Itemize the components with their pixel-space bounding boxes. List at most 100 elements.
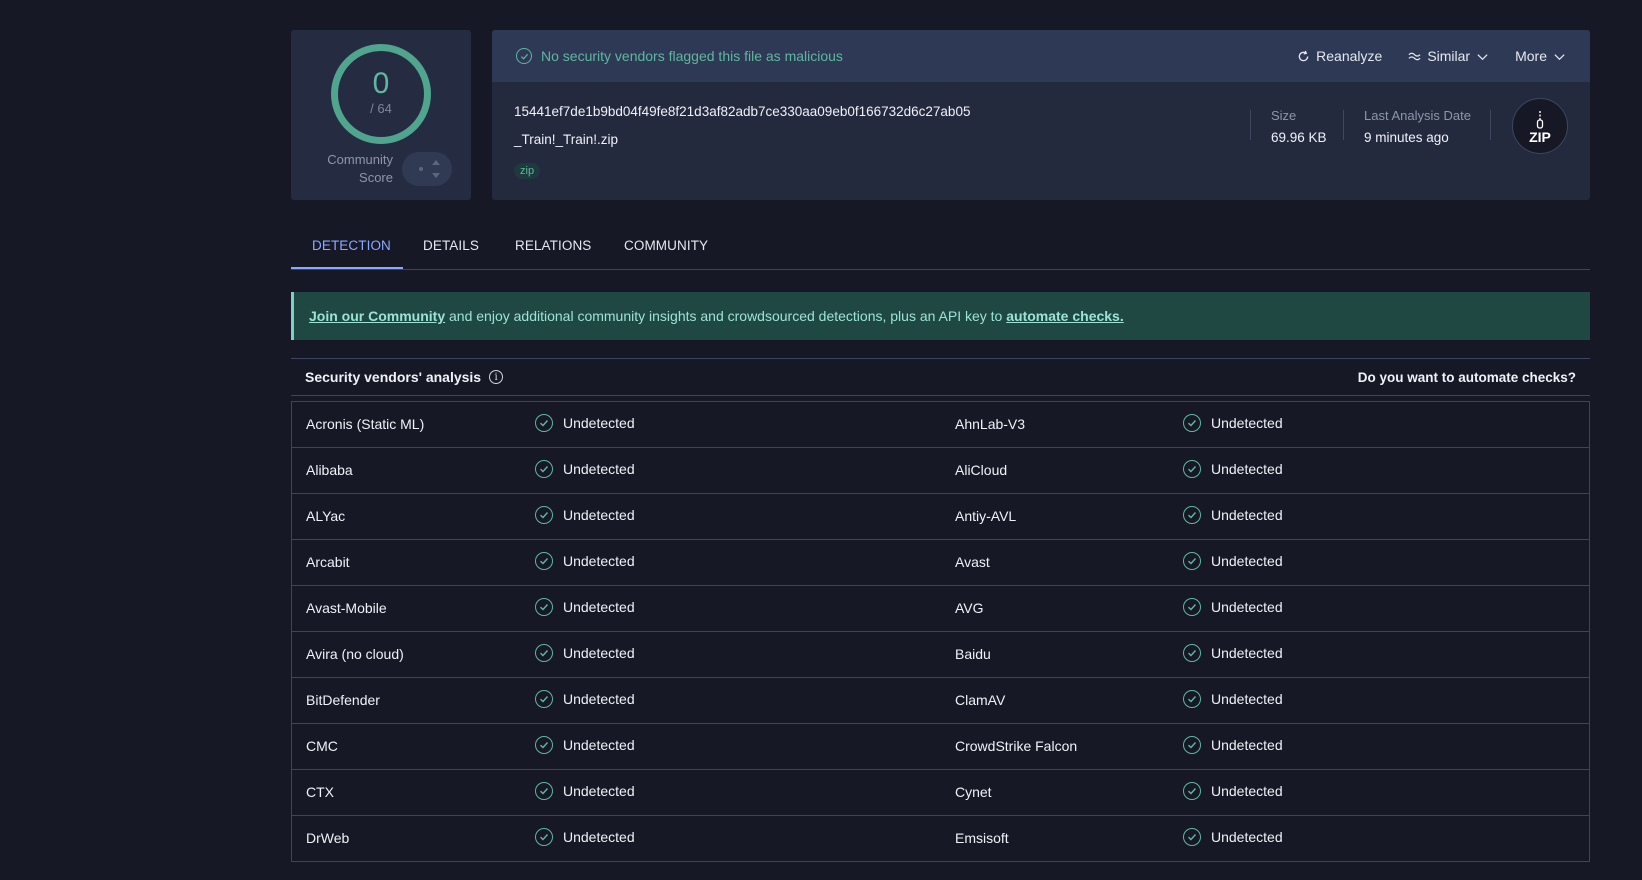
vendor-result: Undetected [1183, 690, 1283, 708]
table-row: CMC Undetected CrowdStrike Falcon Undete… [292, 724, 1589, 770]
status-message: No security vendors flagged this file as… [541, 48, 843, 64]
vendor-result: Undetected [535, 690, 635, 708]
tab-detection[interactable]: DETECTION [312, 238, 391, 253]
vendor-name: ClamAV [955, 692, 1006, 708]
check-circle-icon [1183, 460, 1201, 478]
chevron-down-icon [1477, 53, 1488, 60]
vote-down-icon[interactable] [432, 173, 440, 178]
vendor-name: Avast-Mobile [306, 600, 387, 616]
vote-up-icon[interactable] [432, 160, 440, 165]
tab-bar: DETECTION DETAILS RELATIONS COMMUNITY [291, 228, 1590, 270]
vendor-name: Arcabit [306, 554, 350, 570]
file-name: _Train!_Train!.zip [514, 132, 619, 147]
vendor-result: Undetected [1183, 414, 1283, 432]
vendor-name: CTX [306, 784, 334, 800]
check-circle-icon [1183, 552, 1201, 570]
table-row: Acronis (Static ML) Undetected AhnLab-V3… [292, 402, 1589, 448]
check-circle-icon [1183, 644, 1201, 662]
vendor-result: Undetected [535, 414, 635, 432]
vendor-result: Undetected [1183, 644, 1283, 662]
vendor-name: Antiy-AVL [955, 508, 1017, 524]
vendor-result: Undetected [1183, 460, 1283, 478]
info-icon[interactable]: i [489, 370, 504, 384]
table-row: CTX Undetected Cynet Undetected [292, 770, 1589, 816]
detection-score-card: 0 / 64 Community Score [291, 30, 471, 200]
status-bar: No security vendors flagged this file as… [492, 30, 1590, 82]
score-ring: 0 / 64 [331, 44, 431, 144]
vendor-name: CrowdStrike Falcon [955, 738, 1078, 754]
vendor-name: ALYac [306, 508, 346, 524]
vendor-name: Emsisoft [955, 830, 1009, 846]
automate-checks-button[interactable]: Do you want to automate checks? [1358, 370, 1576, 385]
check-circle-icon [1183, 506, 1201, 524]
vendor-result: Undetected [535, 782, 635, 800]
community-banner: Join our Community and enjoy additional … [291, 292, 1590, 340]
table-row: DrWeb Undetected Emsisoft Undetected [292, 816, 1589, 862]
vendor-result: Undetected [535, 828, 635, 846]
similar-button[interactable]: Similar [1408, 48, 1489, 64]
tab-community[interactable]: COMMUNITY [624, 238, 708, 253]
table-row: Alibaba Undetected AliCloud Undetected [292, 448, 1589, 494]
file-type-text: ZIP [1529, 128, 1551, 145]
check-circle-icon [535, 690, 553, 708]
vendor-result: Undetected [1183, 828, 1283, 846]
check-circle-icon [1183, 782, 1201, 800]
vendor-name: Avira (no cloud) [306, 646, 404, 662]
vendor-name: Alibaba [306, 462, 353, 478]
tab-relations[interactable]: RELATIONS [515, 238, 591, 253]
check-circle-icon [535, 598, 553, 616]
active-tab-indicator [291, 267, 403, 269]
check-circle-icon [1183, 828, 1201, 846]
check-circle-icon [535, 506, 553, 524]
automate-checks-link[interactable]: automate checks. [1006, 308, 1124, 324]
reanalyze-button[interactable]: Reanalyze [1297, 48, 1382, 64]
size-value: 69.96 KB [1271, 130, 1327, 145]
vendors-title: Security vendors' analysis [305, 369, 482, 385]
table-row: BitDefender Undetected ClamAV Undetected [292, 678, 1589, 724]
vendor-name: AhnLab-V3 [955, 416, 1026, 432]
detection-total: / 64 [370, 100, 392, 116]
vendor-name: CMC [306, 738, 338, 754]
vendor-name: AliCloud [955, 462, 1008, 478]
more-button[interactable]: More [1515, 48, 1566, 64]
community-score-vote[interactable] [402, 152, 452, 186]
vendor-result: Undetected [535, 460, 635, 478]
vendor-result: Undetected [1183, 598, 1283, 616]
vendor-name: AVG [955, 600, 984, 616]
tab-details[interactable]: DETAILS [423, 238, 479, 253]
vendor-result: Undetected [1183, 506, 1283, 524]
check-circle-icon [1183, 414, 1201, 432]
vendor-name: Baidu [955, 646, 991, 662]
check-circle-icon [535, 552, 553, 570]
file-tag[interactable]: zip [514, 163, 541, 179]
vendor-result: Undetected [535, 598, 635, 616]
community-score-dot [419, 167, 423, 171]
vendor-name: Avast [955, 554, 990, 570]
file-hash[interactable]: 15441ef7de1b9bd04f49fe8f21d3af82adb7ce33… [514, 104, 970, 119]
vendor-name: BitDefender [306, 692, 380, 708]
vendor-result: Undetected [535, 506, 635, 524]
check-circle-icon [535, 736, 553, 754]
vendor-result: Undetected [1183, 782, 1283, 800]
vendor-name: Acronis (Static ML) [306, 416, 425, 432]
zipper-icon [1536, 110, 1544, 129]
vendor-result: Undetected [535, 552, 635, 570]
chevron-down-icon [1554, 53, 1565, 60]
banner-text: and enjoy additional community insights … [445, 308, 1007, 324]
check-circle-icon [516, 48, 532, 64]
vendor-name: DrWeb [306, 830, 350, 846]
table-row: Avast-Mobile Undetected AVG Undetected [292, 586, 1589, 632]
join-community-link[interactable]: Join our Community [309, 308, 445, 324]
check-circle-icon [1183, 736, 1201, 754]
table-row: Arcabit Undetected Avast Undetected [292, 540, 1589, 586]
similar-icon [1408, 52, 1421, 60]
vendor-name: Cynet [955, 784, 992, 800]
vendors-header: Security vendors' analysis i Do you want… [291, 358, 1590, 396]
file-type-badge: ZIP [1512, 98, 1568, 154]
detection-count: 0 [372, 66, 390, 100]
vendors-table: Acronis (Static ML) Undetected AhnLab-V3… [291, 401, 1590, 862]
divider [1490, 110, 1491, 140]
last-analysis-label: Last Analysis Date [1364, 108, 1471, 123]
table-row: Avira (no cloud) Undetected Baidu Undete… [292, 632, 1589, 678]
vendor-result: Undetected [535, 644, 635, 662]
